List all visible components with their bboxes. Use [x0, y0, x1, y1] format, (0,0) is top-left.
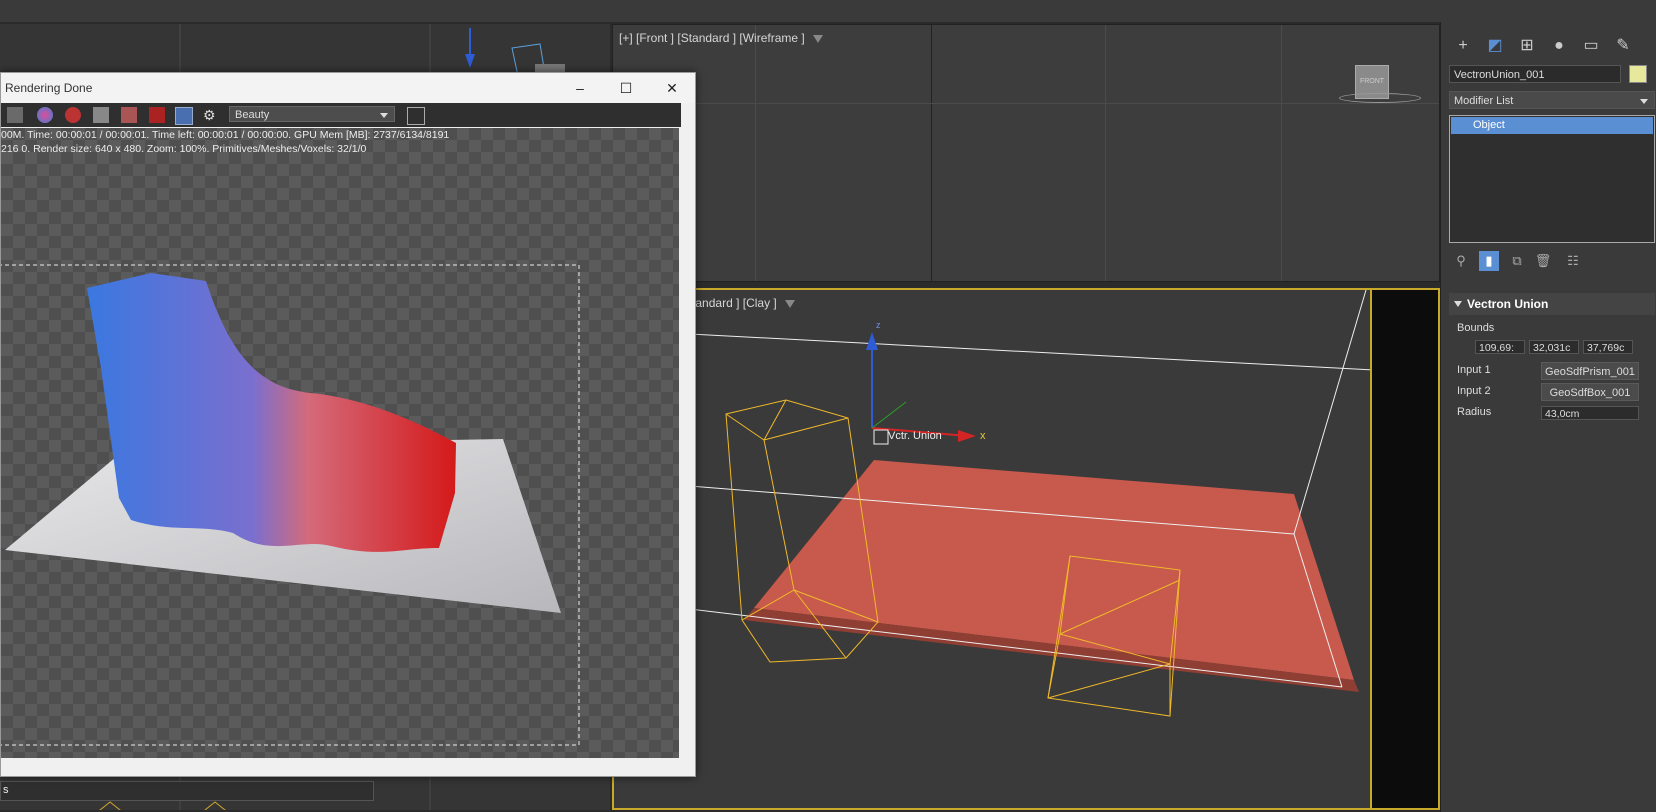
collapse-icon: [1454, 301, 1462, 307]
timeline-strip[interactable]: [1370, 290, 1438, 808]
camera-icon[interactable]: [175, 107, 193, 125]
axis-x-label: x: [980, 430, 986, 442]
front-viewport[interactable]: [+] [Front ] [Standard ] [Wireframe ] FR…: [612, 24, 1440, 282]
display-tab-icon[interactable]: ▭: [1579, 36, 1603, 56]
bounds-x-spinner[interactable]: 109,69:: [1475, 340, 1525, 354]
viewcube-ring: [1339, 93, 1421, 103]
front-viewport-label-text: [+] [Front ] [Standard ] [Wireframe ]: [619, 31, 805, 45]
close-button[interactable]: ✕: [649, 73, 695, 103]
stack-item-label: Object: [1473, 119, 1505, 131]
modifier-list-dropdown[interactable]: Modifier List: [1449, 91, 1655, 109]
input2-value: GeoSdfBox_001: [1549, 387, 1631, 399]
command-panel: + ◩ ⊞ ● ▭ ✎ VectronUnion_001 Modifier Li…: [1440, 22, 1656, 812]
afl-icon[interactable]: [7, 107, 23, 123]
input2-pick-button[interactable]: GeoSdfBox_001: [1541, 383, 1639, 401]
stack-item-object[interactable]: Object: [1451, 117, 1653, 134]
create-tab-icon[interactable]: +: [1451, 36, 1475, 56]
input1-value: GeoSdfPrism_001: [1545, 366, 1635, 378]
gizmo-label: Vctr. Union: [888, 430, 942, 442]
filter-icon[interactable]: [812, 34, 823, 43]
radius-label: Radius: [1457, 406, 1492, 418]
input1-pick-button[interactable]: GeoSdfPrism_001: [1541, 362, 1639, 380]
hierarchy-tab-icon[interactable]: ⊞: [1515, 36, 1539, 56]
display-icon[interactable]: [93, 107, 109, 123]
configure-sets-icon[interactable]: ☷: [1563, 251, 1583, 271]
bottom-left-field[interactable]: s: [0, 781, 374, 801]
render-image: [1, 264, 580, 746]
top-menu-strip: [0, 0, 1656, 23]
history-icon[interactable]: [149, 107, 165, 123]
chevron-down-icon: [1640, 99, 1648, 104]
expand-icon[interactable]: [407, 107, 425, 125]
axis-z-label: z: [876, 320, 881, 330]
render-channel-select[interactable]: Beauty: [229, 106, 395, 122]
utilities-tab-icon[interactable]: ✎: [1611, 36, 1635, 56]
render-channel-value: Beauty: [235, 109, 270, 121]
bounds-y-spinner[interactable]: 32,031c: [1529, 340, 1579, 354]
modify-tab-icon[interactable]: ◩: [1483, 36, 1507, 56]
render-canvas[interactable]: 00M. Time: 00:00:01 / 00:00:01. Time lef…: [1, 128, 681, 758]
render-window-title: Rendering Done: [5, 81, 93, 95]
motion-tab-icon[interactable]: ●: [1547, 36, 1571, 56]
rollout-title: Vectron Union: [1467, 297, 1549, 311]
chevron-down-icon: [380, 113, 388, 118]
camera-scene: [614, 290, 1375, 717]
make-unique-icon[interactable]: ⧉: [1507, 251, 1527, 271]
radius-spinner[interactable]: 43,0cm: [1541, 406, 1639, 420]
front-viewport-label[interactable]: [+] [Front ] [Standard ] [Wireframe ]: [619, 31, 823, 45]
show-end-result-icon[interactable]: ▮: [1479, 251, 1499, 271]
render-window-bottom-handle[interactable]: [1, 760, 681, 776]
minimize-button[interactable]: –: [557, 73, 603, 103]
object-color-swatch[interactable]: [1629, 65, 1647, 83]
remove-modifier-icon[interactable]: 🗑: [1533, 251, 1553, 271]
object-name-value: VectronUnion_001: [1454, 69, 1545, 81]
frame-buffer-icon[interactable]: [121, 107, 137, 123]
bottom-left-text: s: [3, 784, 9, 796]
settings-gear-icon[interactable]: ⚙: [203, 107, 219, 123]
object-name-field[interactable]: VectronUnion_001: [1449, 65, 1621, 83]
modifier-stack[interactable]: Object: [1449, 115, 1655, 243]
bounds-label: Bounds: [1457, 322, 1495, 334]
render-window-titlebar[interactable]: Rendering Done – ☐ ✕: [1, 73, 695, 103]
bounds-x-value: 109,69:: [1479, 342, 1515, 354]
color-picker-icon[interactable]: [37, 107, 53, 123]
render-window[interactable]: Rendering Done – ☐ ✕ ⚙ Beauty 00M. Time:…: [0, 72, 696, 777]
render-window-scrollbar[interactable]: [679, 127, 695, 773]
camera-viewport[interactable]: mera_001] [Standard ] [Clay ] Vctr. Unio…: [612, 288, 1440, 810]
bounds-y-value: 32,031c: [1533, 342, 1571, 354]
bounds-z-value: 37,769c: [1587, 342, 1625, 354]
input1-label: Input 1: [1457, 364, 1491, 376]
pin-stack-icon[interactable]: ⚲: [1451, 251, 1471, 271]
radius-value: 43,0cm: [1545, 408, 1580, 420]
modifier-list-label: Modifier List: [1454, 95, 1514, 107]
bounds-z-spinner[interactable]: 37,769c: [1583, 340, 1633, 354]
vectron-union-rollout[interactable]: Vectron Union: [1449, 293, 1655, 315]
maximize-button[interactable]: ☐: [603, 73, 649, 103]
filter-icon[interactable]: [784, 299, 795, 308]
render-toolbar: ⚙ Beauty: [1, 103, 681, 127]
input2-label: Input 2: [1457, 385, 1491, 397]
lens-icon[interactable]: [65, 107, 81, 123]
